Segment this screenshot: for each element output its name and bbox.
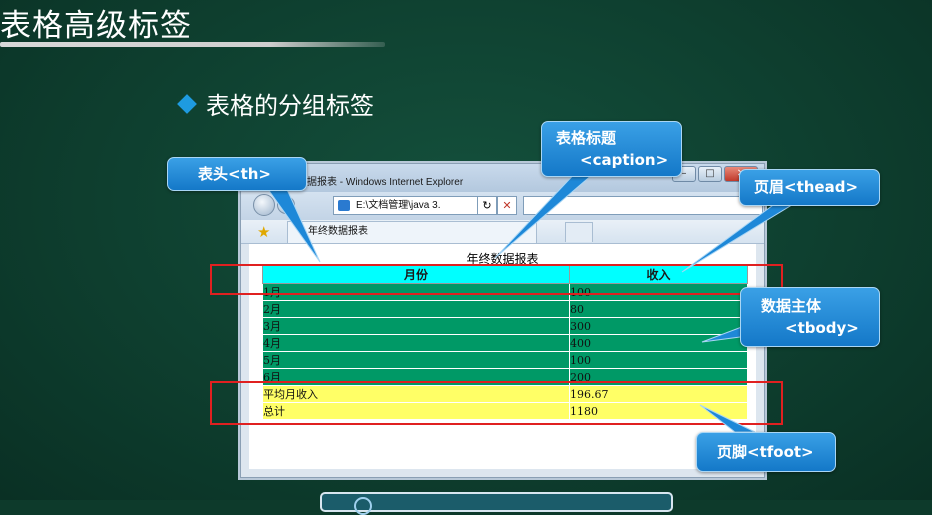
callout-tbody-line1: 数据主体 (761, 297, 822, 315)
slide-title: 表格高级标签 (0, 8, 192, 44)
callout-caption-line1: 表格标题 (556, 129, 617, 147)
bottom-nav-button[interactable] (320, 492, 673, 515)
search-input[interactable] (523, 196, 763, 215)
cell-month: 3月 (262, 317, 570, 335)
cell-income: 400 (569, 334, 748, 352)
refresh-icon[interactable]: ↻ (477, 196, 497, 215)
cell-month: 5月 (262, 351, 570, 369)
favorites-bar: ★ 年终数据报表 (241, 220, 764, 244)
callout-tfoot-text: 页脚<tfoot> (717, 443, 814, 461)
cell-month: 4月 (262, 334, 570, 352)
subtitle-text: 表格的分组标签 (206, 92, 374, 120)
browser-window-title: 据报表 - Windows Internet Explorer (307, 177, 464, 188)
thead-highlight-box (210, 264, 783, 295)
cell-month: 2月 (262, 300, 570, 318)
callout-caption-line2: <caption> (580, 151, 669, 169)
table-row: 4月 400 (262, 334, 748, 352)
table-body: 1月 100 2月 80 3月 300 4月 400 5月 100 6月 200 (262, 283, 748, 386)
title-underline (0, 42, 385, 47)
address-input[interactable]: E:\文档管理\java 3. (333, 196, 498, 215)
browser-titlebar: 据报表 - Windows Internet Explorer – □ ✕ (241, 164, 764, 192)
slide-subtitle: 表格的分组标签 (177, 86, 374, 121)
cell-income: 100 (569, 351, 748, 369)
callout-tfoot: 页脚<tfoot> (696, 432, 836, 472)
address-text: E:\文档管理\java 3. (356, 200, 441, 211)
page-icon (338, 200, 350, 211)
tfoot-highlight-box (210, 381, 783, 425)
callout-caption: 表格标题 <caption> (541, 121, 682, 177)
address-bar-row: E:\文档管理\java 3. ↻ ✕ (241, 192, 764, 220)
cell-income: 80 (569, 300, 748, 318)
back-icon[interactable] (253, 194, 275, 216)
tab-page[interactable]: 年终数据报表 (287, 221, 537, 243)
callout-thead: 页眉<thead> (739, 169, 880, 206)
stop-icon[interactable]: ✕ (497, 196, 517, 215)
callout-th: 表头<th> (167, 157, 307, 191)
forward-icon[interactable] (277, 196, 295, 214)
table-row: 5月 100 (262, 351, 748, 369)
maximize-button[interactable]: □ (698, 166, 722, 182)
table-row: 2月 80 (262, 300, 748, 318)
table-row: 3月 300 (262, 317, 748, 335)
new-tab-button[interactable] (565, 222, 593, 242)
favorites-star-icon[interactable]: ★ (257, 223, 270, 241)
callout-tbody-line2: <tbody> (785, 319, 859, 337)
cell-income: 300 (569, 317, 748, 335)
callout-th-text: 表头<th> (198, 165, 271, 183)
browser-window: 据报表 - Windows Internet Explorer – □ ✕ E:… (240, 163, 765, 478)
bullet-diamond-icon (177, 93, 197, 114)
callout-thead-text: 页眉<thead> (754, 178, 859, 196)
callout-tbody: 数据主体 <tbody> (740, 287, 880, 347)
